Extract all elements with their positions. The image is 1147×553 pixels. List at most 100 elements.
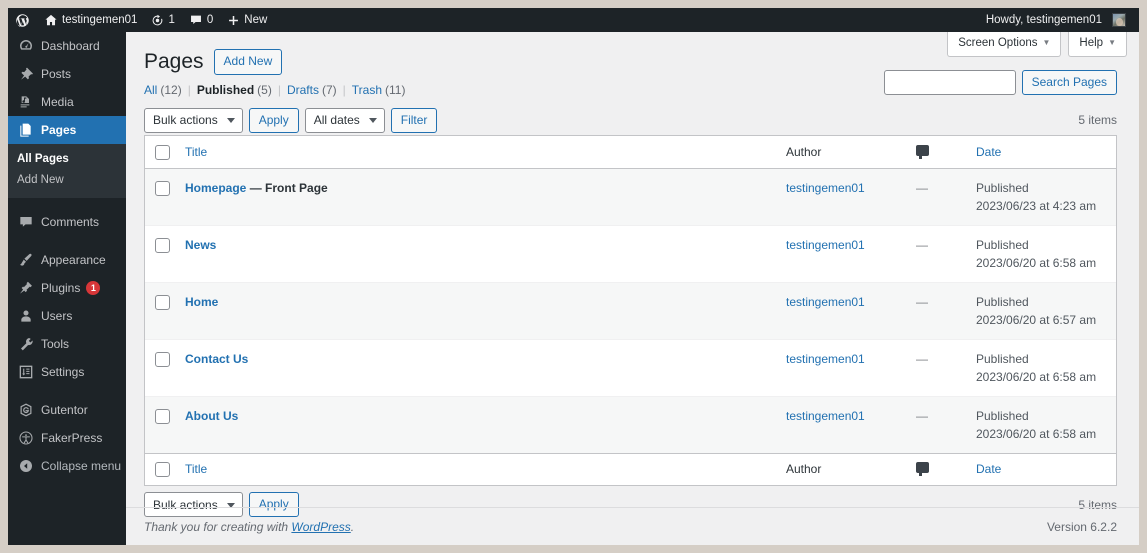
sidebar-item-fakerpress[interactable]: FakerPress (8, 424, 126, 452)
sidebar-item-dashboard[interactable]: Dashboard (8, 32, 126, 60)
add-new-page-button[interactable]: Add New (213, 48, 283, 75)
plus-icon (229, 15, 239, 25)
bulk-actions-select-top[interactable]: Bulk actions (144, 107, 243, 133)
table-row[interactable]: Home testingemen01 — Published 2023/06/2… (145, 281, 1116, 339)
sidebar-item-gutentor[interactable]: Gutentor (8, 396, 126, 424)
table-row[interactable]: Contact Us testingemen01 — Published 202… (145, 338, 1116, 396)
page-title-link[interactable]: Home (185, 295, 218, 309)
row-checkbox[interactable] (155, 408, 170, 424)
comment-bubble-icon (916, 462, 929, 477)
sidebar-item-users[interactable]: Users (8, 302, 126, 330)
filter-all-count: (12) (160, 83, 182, 98)
site-name-menu[interactable]: testingemen01 (37, 8, 144, 32)
column-date-label[interactable]: Date (976, 145, 1001, 159)
page-title: Pages (144, 50, 204, 73)
column-date-label-footer[interactable]: Date (976, 462, 1001, 476)
sidebar-item-label: Settings (41, 365, 85, 379)
filter-drafts-count: (7) (321, 83, 337, 98)
date-filter-select[interactable]: All dates (304, 107, 385, 133)
row-date-cell: Published 2023/06/20 at 6:57 am (966, 281, 1116, 339)
page-title-link[interactable]: About Us (185, 409, 238, 423)
row-author-cell: testingemen01 (776, 395, 906, 453)
sidebar-item-pages[interactable]: Pages (8, 116, 133, 144)
column-title-label-footer[interactable]: Title (185, 462, 207, 476)
sidebar-item-plugins[interactable]: Plugins 1 (8, 274, 126, 302)
sidebar-item-comments[interactable]: Comments (8, 208, 126, 236)
sidebar-item-label: Dashboard (41, 39, 100, 53)
wordpress-link[interactable]: WordPress (291, 520, 350, 534)
author-link[interactable]: testingemen01 (786, 352, 865, 366)
row-title-cell: Contact Us (175, 338, 776, 396)
search-input[interactable] (883, 70, 1016, 95)
sidebar-item-appearance[interactable]: Appearance (8, 246, 126, 274)
filter-link-all[interactable]: All (12) (144, 83, 182, 97)
column-footer-comments[interactable] (906, 452, 966, 485)
help-button[interactable]: Help ▼ (1068, 32, 1127, 57)
sidebar-item-tools[interactable]: Tools (8, 330, 126, 358)
sidebar-item-settings[interactable]: Settings (8, 358, 126, 386)
select-all-checkbox-footer[interactable] (155, 461, 170, 477)
comments-count: — (916, 408, 928, 423)
column-header-title[interactable]: Title (175, 136, 776, 169)
column-footer-author: Author (776, 452, 906, 485)
media-icon (17, 94, 34, 111)
fakerpress-icon (17, 430, 34, 447)
column-header-date[interactable]: Date (966, 136, 1116, 169)
column-footer-title[interactable]: Title (175, 452, 776, 485)
chevron-down-icon (368, 118, 377, 124)
page-title-link[interactable]: Homepage (185, 181, 246, 195)
admin-bar: testingemen01 1 0 New Howdy, testingemen… (8, 8, 1139, 32)
filter-published-label[interactable]: Published (197, 83, 254, 97)
column-header-comments[interactable] (906, 136, 966, 169)
filter-link-drafts[interactable]: Drafts (7) (287, 83, 337, 97)
submenu-item-add-new[interactable]: Add New (8, 170, 126, 191)
date-value: 2023/06/20 at 6:57 am (976, 312, 1097, 327)
date-status: Published (976, 351, 1029, 366)
filter-link-trash[interactable]: Trash (11) (352, 83, 406, 97)
screen-options-button[interactable]: Screen Options ▼ (947, 32, 1062, 57)
row-checkbox[interactable] (155, 237, 170, 253)
row-checkbox[interactable] (155, 180, 170, 196)
submenu-item-all-pages[interactable]: All Pages (8, 149, 126, 170)
column-title-label[interactable]: Title (185, 145, 207, 159)
row-select-cell (145, 168, 175, 225)
author-link[interactable]: testingemen01 (786, 181, 865, 195)
author-link[interactable]: testingemen01 (786, 238, 865, 252)
new-content-menu[interactable]: New (220, 8, 274, 32)
sidebar-item-media[interactable]: Media (8, 88, 126, 116)
search-pages-button[interactable]: Search Pages (1021, 70, 1117, 95)
filter-drafts-label[interactable]: Drafts (287, 83, 319, 97)
admin-content-area: Screen Options ▼ Help ▼ Pages Add New Al… (126, 32, 1139, 545)
filter-trash-label[interactable]: Trash (352, 83, 382, 97)
my-account-menu[interactable]: Howdy, testingemen01 (979, 8, 1133, 32)
page-title-link[interactable]: News (185, 238, 216, 252)
sidebar-item-posts[interactable]: Posts (8, 60, 126, 88)
row-author-cell: testingemen01 (776, 281, 906, 339)
comments-count: — (916, 351, 928, 366)
plugins-update-badge: 1 (86, 281, 101, 295)
author-link[interactable]: testingemen01 (786, 409, 865, 423)
comment-icon (17, 214, 34, 231)
sidebar-item-collapse-menu[interactable]: Collapse menu (8, 452, 126, 480)
table-header-row: Title Author Date (145, 136, 1116, 169)
column-footer-date[interactable]: Date (966, 452, 1116, 485)
comments-count: 0 (206, 14, 214, 26)
updates-menu[interactable]: 1 (144, 8, 181, 32)
table-row[interactable]: Homepage — Front Page testingemen01 — Pu… (145, 168, 1116, 225)
row-checkbox[interactable] (155, 351, 170, 367)
apply-button-top[interactable]: Apply (248, 107, 299, 133)
filter-button[interactable]: Filter (390, 107, 438, 133)
page-title-link[interactable]: Contact Us (185, 352, 248, 366)
row-checkbox[interactable] (155, 294, 170, 310)
table-row[interactable]: News testingemen01 — Published 2023/06/2… (145, 224, 1116, 282)
row-title-cell: Home (175, 281, 776, 339)
select-all-checkbox[interactable] (155, 144, 170, 160)
table-row[interactable]: About Us testingemen01 — Published 2023/… (145, 395, 1116, 453)
filter-link-published[interactable]: Published (5) (197, 83, 272, 97)
filter-all-label[interactable]: All (144, 83, 157, 97)
wordpress-logo-icon[interactable] (8, 8, 37, 32)
row-date-cell: Published 2023/06/20 at 6:58 am (966, 338, 1116, 396)
author-link[interactable]: testingemen01 (786, 295, 865, 309)
comments-menu[interactable]: 0 (182, 8, 220, 32)
footer-thankyou: Thank you for creating with WordPress. (144, 520, 354, 534)
